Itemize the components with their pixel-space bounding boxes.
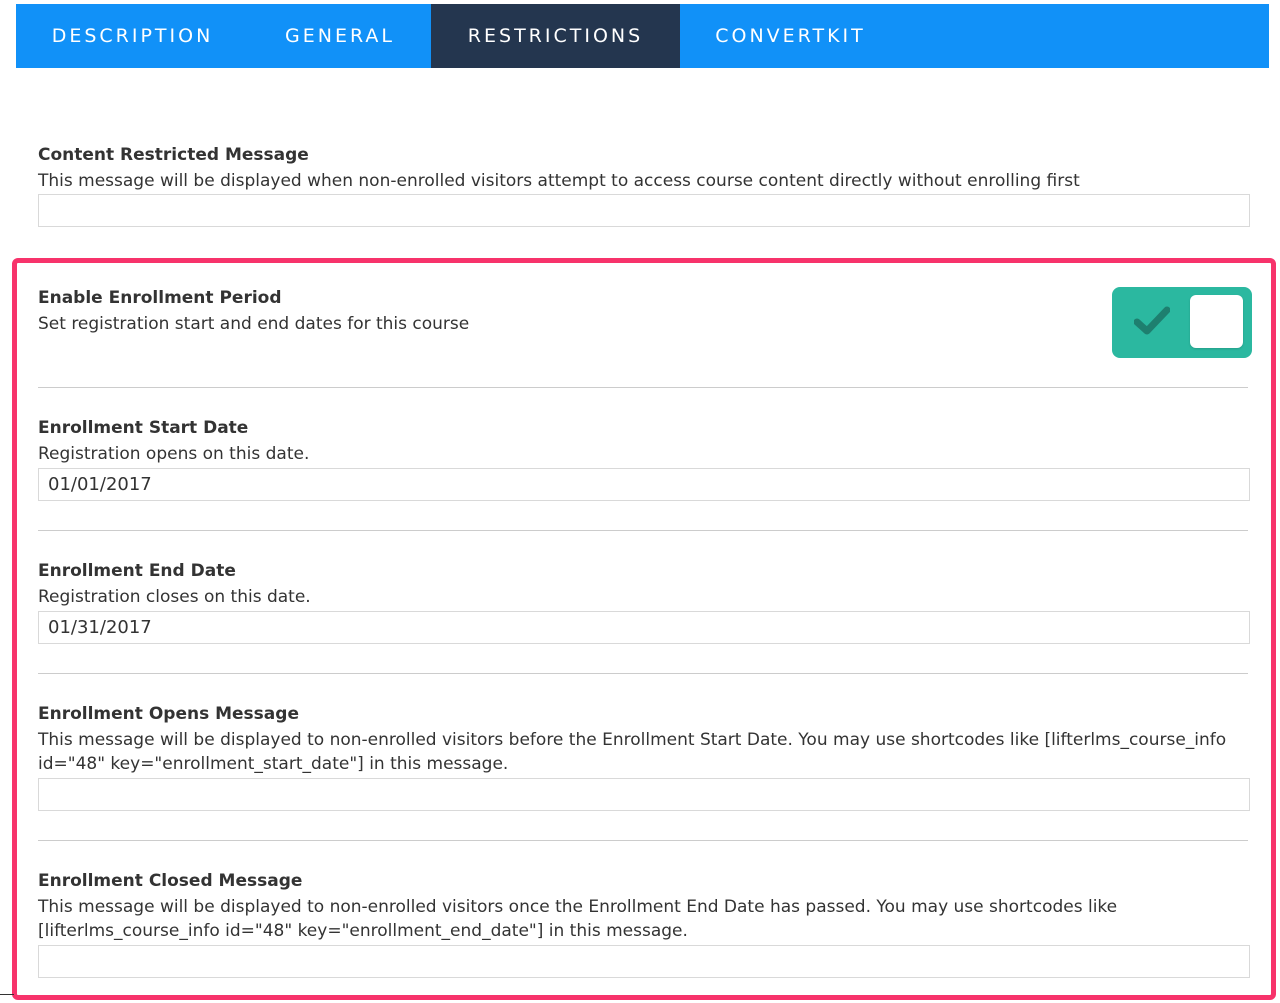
divider — [38, 530, 1248, 531]
enrollment-period-description: Set registration start and end dates for… — [38, 314, 470, 334]
divider — [38, 840, 1248, 841]
start-date-description: Registration opens on this date. — [38, 444, 310, 464]
start-date-label: Enrollment Start Date — [38, 418, 249, 438]
start-date-input[interactable] — [38, 468, 1250, 501]
tab-convertkit[interactable]: ConvertKit — [680, 4, 901, 68]
toggle-knob — [1190, 295, 1243, 348]
divider — [38, 387, 1248, 388]
opens-message-label: Enrollment Opens Message — [38, 704, 299, 724]
tab-description[interactable]: Description — [16, 4, 249, 68]
enrollment-period-toggle[interactable] — [1112, 287, 1252, 358]
end-date-description: Registration closes on this date. — [38, 587, 311, 607]
opens-message-description-line1: This message will be displayed to non-en… — [38, 730, 1227, 750]
settings-tabs: Description General Restrictions Convert… — [16, 4, 1269, 68]
edge-line — [0, 994, 14, 995]
content-restricted-description: This message will be displayed when non-… — [38, 171, 1080, 191]
end-date-input[interactable] — [38, 611, 1250, 644]
checkmark-icon — [1134, 306, 1170, 335]
closed-message-label: Enrollment Closed Message — [38, 871, 303, 891]
restrictions-settings-page: Description General Restrictions Convert… — [0, 0, 1280, 1003]
end-date-label: Enrollment End Date — [38, 561, 236, 581]
closed-message-description-line1: This message will be displayed to non-en… — [38, 897, 1118, 917]
divider — [38, 673, 1248, 674]
opens-message-description-line2: id="48" key="enrollment_start_date"] in … — [38, 754, 509, 774]
enrollment-period-label: Enable Enrollment Period — [38, 288, 282, 308]
opens-message-input[interactable] — [38, 778, 1250, 811]
tab-restrictions[interactable]: Restrictions — [431, 4, 680, 68]
content-restricted-input[interactable] — [38, 194, 1250, 227]
closed-message-description-line2: [lifterlms_course_info id="48" key="enro… — [38, 921, 688, 941]
tab-general[interactable]: General — [249, 4, 431, 68]
content-restricted-label: Content Restricted Message — [38, 145, 309, 165]
closed-message-input[interactable] — [38, 945, 1250, 978]
